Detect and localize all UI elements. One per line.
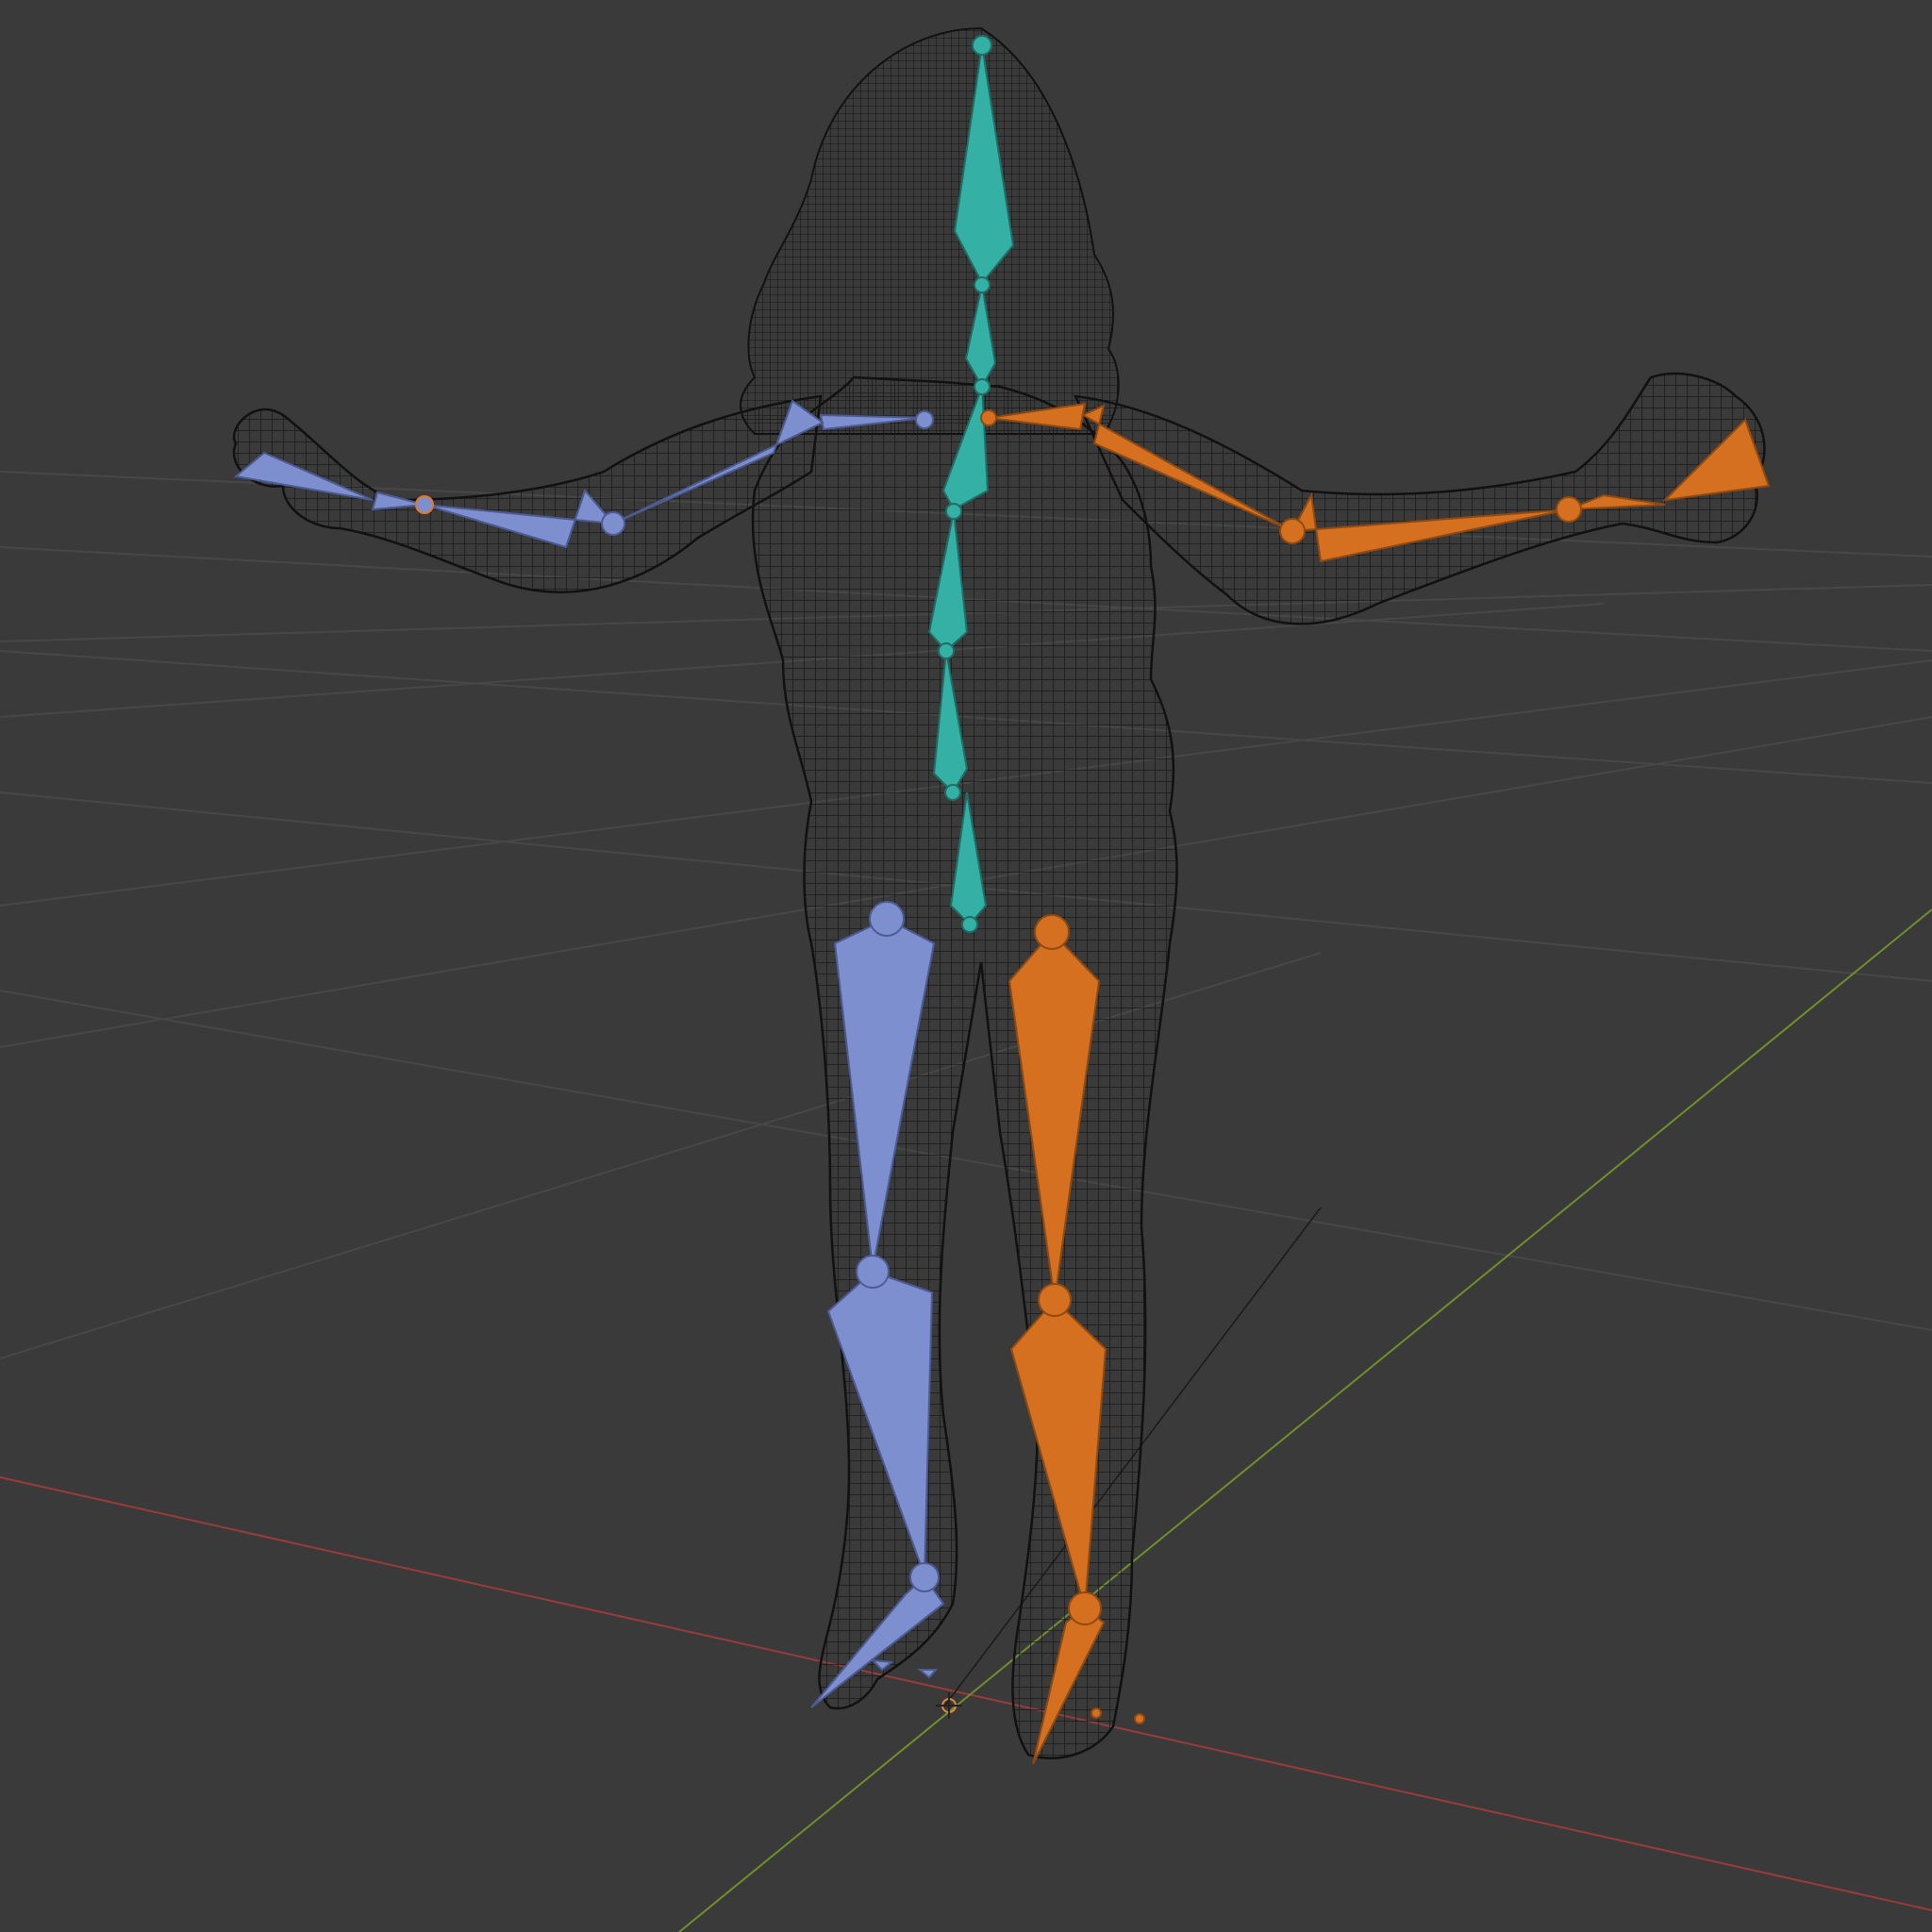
3d-viewport[interactable] [0, 0, 1932, 1932]
